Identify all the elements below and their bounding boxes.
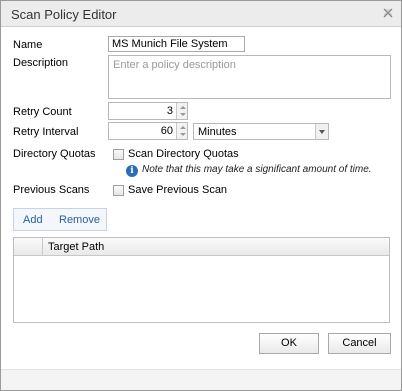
target-toolbar: Add Remove (13, 208, 107, 231)
retry-count-value[interactable]: 3 (167, 105, 173, 117)
retry-interval-value[interactable]: 60 (161, 125, 173, 137)
retry-count-spinner[interactable]: 3 (108, 102, 188, 120)
dialog-title: Scan Policy Editor (11, 7, 117, 22)
ok-button[interactable]: OK (259, 333, 319, 354)
grid-header: Target Path (14, 238, 389, 256)
directory-quotas-label: Directory Quotas (13, 148, 96, 160)
add-button[interactable]: Add (23, 214, 43, 226)
remove-button[interactable]: Remove (59, 214, 100, 226)
scan-directory-quotas-label[interactable]: Scan Directory Quotas (128, 148, 239, 160)
chevron-down-icon (319, 130, 325, 134)
target-path-column-header[interactable]: Target Path (43, 238, 389, 255)
quota-note: Note that this may take a significant am… (142, 164, 372, 175)
cancel-button[interactable]: Cancel (328, 333, 391, 354)
select-column-header[interactable] (14, 238, 43, 255)
retry-interval-arrows[interactable] (176, 123, 187, 139)
close-icon[interactable] (382, 7, 394, 19)
increment-arrow-icon[interactable] (180, 126, 186, 129)
title-bar[interactable]: Scan Policy Editor (1, 1, 401, 27)
retry-interval-unit-select[interactable]: Minutes (193, 123, 329, 140)
retry-count-label: Retry Count (13, 106, 72, 118)
retry-interval-spinner[interactable]: 60 (108, 122, 188, 140)
save-previous-scan-label[interactable]: Save Previous Scan (128, 184, 227, 196)
description-input[interactable] (108, 55, 391, 99)
retry-interval-unit-value: Minutes (198, 126, 237, 138)
info-icon: i (126, 165, 138, 177)
target-path-header-label: Target Path (48, 241, 105, 253)
previous-scans-label: Previous Scans (13, 184, 90, 196)
scan-policy-editor-dialog: Scan Policy Editor Name Description Retr… (0, 0, 402, 391)
name-label: Name (13, 39, 43, 51)
decrement-arrow-icon[interactable] (180, 133, 186, 136)
dialog-footer (1, 369, 401, 390)
scan-directory-quotas-checkbox[interactable] (113, 149, 124, 160)
description-label: Description (13, 57, 69, 69)
save-previous-scan-checkbox[interactable] (113, 185, 124, 196)
retry-interval-label: Retry Interval (13, 126, 79, 138)
name-input[interactable] (108, 36, 245, 52)
target-path-grid[interactable]: Target Path (13, 237, 390, 323)
increment-arrow-icon[interactable] (180, 106, 186, 109)
decrement-arrow-icon[interactable] (180, 113, 186, 116)
dropdown-button[interactable] (315, 124, 328, 139)
retry-count-arrows[interactable] (176, 103, 187, 119)
